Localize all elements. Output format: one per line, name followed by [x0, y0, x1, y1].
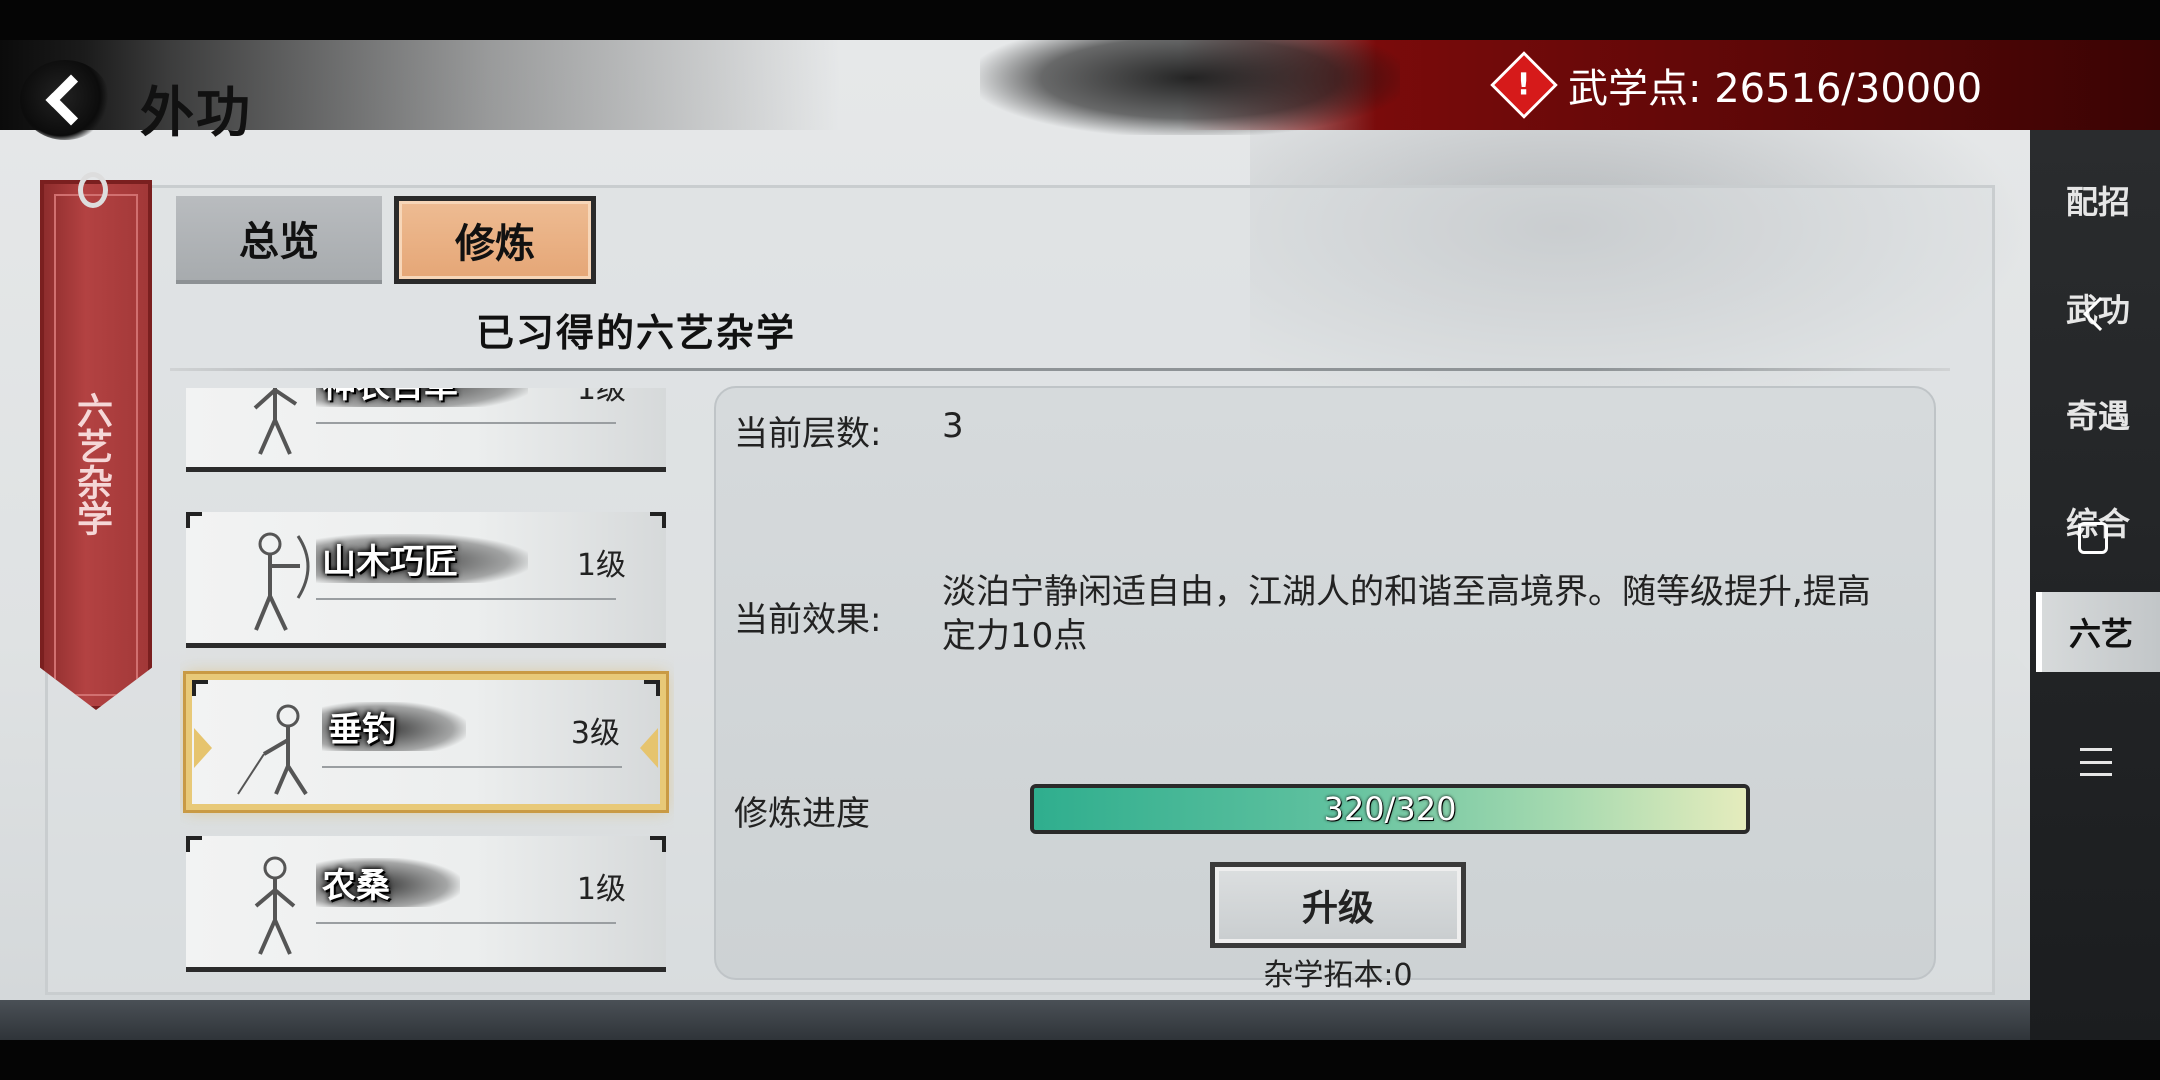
system-home-icon[interactable]	[2078, 522, 2108, 554]
skill-name: 山木巧匠	[316, 534, 528, 583]
archer-figure-icon	[254, 532, 310, 631]
skill-level: 1级	[576, 872, 626, 907]
game-screen: 外功 ! 武学点: 26516/30000 六艺杂学 总览 修炼 已习得的六艺杂…	[0, 0, 2160, 1080]
martial-points-label: 武学点: 26516/30000	[1568, 66, 1983, 112]
skill-level: 1级	[576, 548, 626, 583]
bottom-band	[0, 1000, 2030, 1040]
skill-detail-panel: 当前层数: 3 当前效果: 淡泊宁静闲适自由，江湖人的和谐至高境界。随等级提升,…	[714, 386, 1936, 993]
effect-text: 淡泊宁静闲适自由，江湖人的和谐至高境界。随等级提升,提高定力10点	[942, 572, 1871, 656]
herbalist-figure-icon	[253, 388, 298, 455]
skill-name: 神农百草	[316, 388, 528, 407]
nav-item-encounter[interactable]: 奇遇	[2036, 374, 2160, 454]
skill-progress-line	[316, 922, 616, 924]
section-divider	[170, 368, 1950, 371]
martial-points: ! 武学点: 26516/30000	[1490, 51, 1983, 119]
nav-item-combo[interactable]: 配招	[2036, 160, 2160, 240]
rubbing-count: 杂学拓本:0	[1263, 958, 1413, 993]
chevron-left-icon	[45, 74, 97, 126]
selected-arrow-right-icon	[640, 728, 658, 768]
tab-overview[interactable]: 总览	[176, 196, 382, 284]
progress-text: 320/320	[1323, 790, 1457, 828]
selected-arrow-left-icon	[194, 728, 212, 768]
section-title: 已习得的六艺杂学	[476, 310, 797, 355]
menu-icon[interactable]	[2080, 748, 2112, 776]
upgrade-button[interactable]: 升级	[1210, 862, 1466, 948]
page-title: 外功	[140, 80, 252, 144]
skill-progress-line	[316, 422, 616, 424]
banner-ring-icon	[78, 172, 108, 208]
skill-card-carpentry[interactable]: 山木巧匠 1级	[186, 512, 666, 648]
effect-label: 当前效果:	[734, 600, 882, 640]
banner-title: 六艺杂学	[71, 392, 113, 536]
skill-name: 农桑	[316, 858, 460, 907]
nav-item-six-arts[interactable]: 六艺	[2036, 592, 2160, 672]
exclamation-diamond-icon[interactable]: !	[1490, 51, 1558, 119]
layer-label: 当前层数:	[734, 414, 882, 454]
farmer-figure-icon	[254, 856, 296, 955]
fisher-figure-icon	[237, 704, 308, 796]
skill-card-fishing[interactable]: 垂钓 3级	[186, 674, 666, 810]
progress-bar: 320/320	[1030, 784, 1750, 834]
category-banner: 六艺杂学	[40, 180, 152, 710]
back-button[interactable]	[20, 60, 110, 140]
skill-list[interactable]: 神农百草 1级 山木巧匠 1级 垂钓 3级	[180, 388, 674, 976]
skill-level: 1级	[576, 388, 626, 407]
skill-level: 3级	[570, 716, 620, 751]
skill-card-herbalism[interactable]: 神农百草 1级	[186, 388, 666, 472]
tab-cultivate[interactable]: 修炼	[394, 196, 596, 284]
skill-progress-line	[316, 598, 616, 600]
skill-name: 垂钓	[322, 702, 466, 751]
header-ink-splash	[980, 40, 1400, 135]
skill-card-farming[interactable]: 农桑 1级	[186, 836, 666, 972]
progress-label: 修炼进度	[734, 794, 870, 834]
right-nav: 配招 武功 奇遇 综合 六艺	[2030, 130, 2160, 1040]
layer-value: 3	[942, 406, 964, 446]
skill-progress-line	[322, 766, 622, 768]
